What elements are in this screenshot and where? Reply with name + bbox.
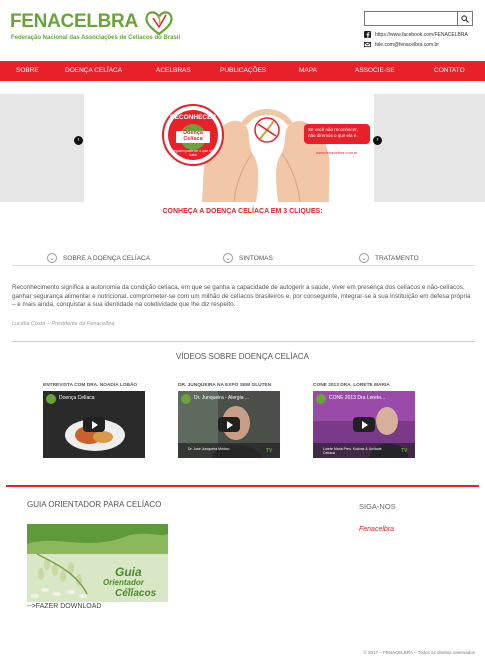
guia-img-line4: Celíacos — [115, 588, 157, 599]
badge-top-text: RECONHECER — [169, 114, 217, 121]
tv-badge: TV — [401, 448, 408, 454]
video-caption: Lorete Maria Pres. Kodvax & Unidade Celí… — [323, 447, 382, 455]
tab-sobre-doenca[interactable]: ⌄ SOBRE A DOENÇA CELÍACA — [47, 253, 150, 263]
logo-subtitle: Federação Nacional das Associações de Ce… — [11, 35, 181, 41]
play-button[interactable] — [353, 417, 375, 432]
video-title: CONE 2013 Dra Lorete... — [329, 395, 386, 401]
email-text: fale.com@fenacelbra.com.br — [375, 41, 439, 48]
nav-item-contato[interactable]: CONTATO — [434, 61, 465, 81]
chevron-down-icon: ⌄ — [359, 253, 369, 263]
videos-heading: VÍDEOS SOBRE DOENÇA CELÍACA — [176, 352, 309, 361]
badge-mid-text-2: Celíaca — [183, 136, 203, 142]
play-button[interactable] — [83, 417, 105, 432]
tab-tratamento[interactable]: ⌄ TRATAMENTO — [359, 253, 419, 263]
video-caption: Dr. José Junqueira Médico — [188, 447, 230, 451]
fenacelbra-link[interactable]: Fenacelbra — [359, 526, 394, 533]
video-player-3[interactable]: CONE 2013 Dra Lorete... Lorete Maria Pre… — [313, 391, 415, 458]
email-icon — [364, 41, 371, 48]
banner-next-button[interactable]: › — [373, 136, 382, 145]
video-label-1: ENTREVISTA COM DRA. NOADIA LOBÃO — [43, 383, 138, 388]
section-divider — [12, 341, 475, 342]
guia-img-line1: Guia — [115, 565, 142, 579]
footer-copyright: © 2017 – FENACELBRA – Todos os direitos … — [363, 650, 475, 655]
guia-heading: GUIA ORIENTADOR PARA CELÍACO — [27, 500, 162, 509]
tab-label: SOBRE A DOENÇA CELÍACA — [63, 254, 151, 262]
nav-item-publicacoes[interactable]: PUBLICAÇÕES — [220, 61, 266, 81]
download-link[interactable]: -->FAZER DOWNLOAD — [27, 603, 101, 610]
tv-badge: TV — [266, 448, 273, 454]
nav-item-acelbras[interactable]: ACELBRAS — [156, 61, 191, 81]
banner-site: www.fenacelbra.com.br — [316, 150, 358, 155]
banner-image[interactable] — [84, 94, 374, 202]
nav-item-associe-se[interactable]: ASSOCIE-SE — [355, 61, 395, 81]
siga-heading: SIGA-NOS — [359, 502, 396, 511]
logo-heart-icon — [145, 11, 173, 36]
main-nav: SOBRE DOENÇA CELÍACA ACELBRAS PUBLICAÇÕE… — [0, 61, 485, 81]
nav-item-sobre[interactable]: SOBRE — [16, 61, 39, 81]
nav-item-mapa[interactable]: MAPA — [299, 61, 317, 81]
video-title: Doença Celíaca — [59, 395, 95, 401]
search-input[interactable] — [364, 11, 460, 26]
banner-callout: Se você não reconhecer, não diremos o qu… — [304, 124, 370, 144]
video-label-3: CONE 2013 DRA. LORETE MARIA — [313, 383, 390, 388]
tab-label: SINTOMAS — [239, 254, 273, 262]
chevron-down-icon: ⌄ — [47, 253, 57, 263]
guia-cover-image[interactable]: Guia Orientador para Celíacos — [27, 524, 168, 602]
play-button[interactable] — [218, 417, 240, 432]
guia-img-line2: Orientador — [103, 578, 144, 587]
facebook-text: https://www.facebook.com/FENACELBRA — [375, 31, 468, 38]
red-divider — [6, 485, 479, 487]
video-player-1[interactable]: Doença Celíaca — [43, 391, 145, 458]
tab-label: TRATAMENTO — [375, 254, 419, 262]
chevron-down-icon: ⌄ — [223, 253, 233, 263]
video-player-2[interactable]: Dr. Junqueira - Alergia ... Dr. José Jun… — [178, 391, 280, 458]
tab-sintomas[interactable]: ⌄ SINTOMAS — [223, 253, 273, 263]
nav-item-doenca-celiaca[interactable]: DOENÇA CELÍACA — [65, 61, 122, 81]
video-title: Dr. Junqueira - Alergia ... — [194, 395, 250, 401]
badge-bottom-text: ninguém pode ter o que não sabe — [171, 149, 215, 157]
conheca-heading: CONHEÇA A DOENÇA CELÍACA EM 3 CLIQUES: — [162, 208, 323, 215]
quote-author: Lucélia Costa – Presidente da Fenacelbra — [12, 321, 115, 327]
video-label-2: DR. JUNQUEIRA NA EXPO SEM GLÚTEN — [178, 383, 272, 388]
quote-text: Reconhecimento significa a autonomia da … — [12, 284, 471, 309]
hands-heart-illustration — [162, 104, 330, 202]
banner-prev-button[interactable]: ‹ — [74, 136, 83, 145]
logo-title[interactable]: FENACELBRA — [10, 11, 138, 33]
tabs-divider — [12, 265, 475, 266]
search-button[interactable] — [457, 11, 473, 26]
search-icon — [461, 14, 469, 23]
email-link[interactable]: fale.com@fenacelbra.com.br — [364, 41, 439, 48]
facebook-icon — [364, 31, 371, 38]
facebook-link[interactable]: https://www.facebook.com/FENACELBRA — [364, 31, 468, 38]
